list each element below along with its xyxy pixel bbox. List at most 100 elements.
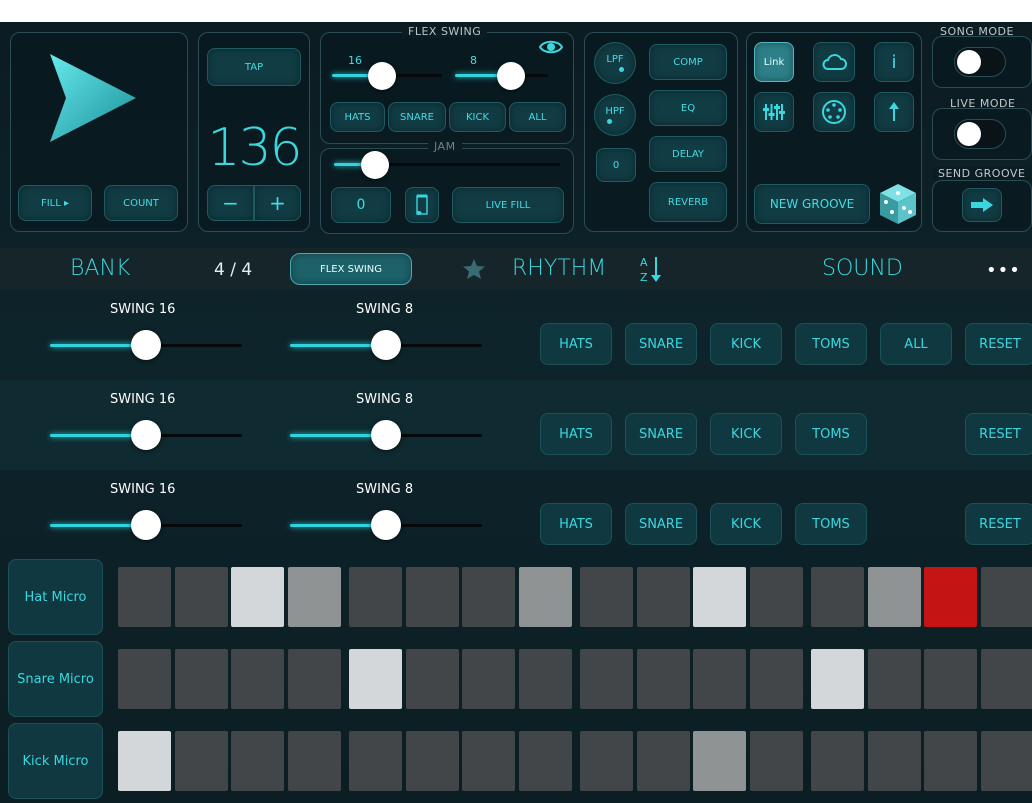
tab-bank[interactable]: BANK: [70, 256, 130, 281]
jam-note-button[interactable]: [405, 187, 439, 223]
tempo-minus-button[interactable]: −: [207, 185, 254, 221]
song-mode-toggle[interactable]: [954, 47, 1006, 77]
slider-knob[interactable]: [371, 330, 401, 360]
new-groove-button[interactable]: NEW GROOVE: [754, 184, 870, 224]
live-fill-button[interactable]: LIVE FILL: [452, 187, 564, 223]
time-signature[interactable]: 4 / 4: [214, 260, 252, 280]
jam-slider[interactable]: [334, 150, 560, 180]
tap-button[interactable]: TAP: [207, 48, 301, 86]
micro-step-cell[interactable]: [174, 731, 228, 791]
swing16-slider[interactable]: [50, 420, 242, 450]
micro-step-cell[interactable]: [867, 731, 921, 791]
micro-step-cell[interactable]: [580, 649, 633, 709]
share-up-button[interactable]: [874, 92, 914, 132]
micro-step-cell[interactable]: [693, 567, 746, 627]
toms-button[interactable]: TOMS: [795, 413, 867, 455]
slider-knob[interactable]: [497, 62, 525, 90]
micro-step-cell[interactable]: [980, 731, 1032, 791]
swing16-slider[interactable]: [50, 330, 242, 360]
eye-icon[interactable]: [539, 38, 563, 56]
star-icon[interactable]: [462, 258, 486, 280]
jam-counter[interactable]: 0: [331, 187, 391, 223]
micro-step-cell[interactable]: [518, 649, 572, 709]
micro-step-cell[interactable]: [580, 567, 633, 627]
micro-step-cell[interactable]: [405, 567, 459, 627]
slider-knob[interactable]: [371, 420, 401, 450]
dice-icon[interactable]: [878, 182, 918, 226]
comp-button[interactable]: COMP: [649, 44, 727, 80]
micro-step-cell[interactable]: [924, 731, 977, 791]
micro-step-cell[interactable]: [811, 731, 864, 791]
hats-button[interactable]: HATS: [540, 413, 612, 455]
micro-row-label[interactable]: Hat Micro: [8, 559, 103, 635]
micro-step-cell[interactable]: [405, 649, 459, 709]
count-button[interactable]: COUNT: [104, 185, 178, 221]
toms-button[interactable]: TOMS: [795, 323, 867, 365]
tempo-plus-button[interactable]: +: [254, 185, 301, 221]
swing8-slider[interactable]: [290, 510, 482, 540]
more-menu-button[interactable]: •••: [986, 260, 1021, 281]
micro-step-cell[interactable]: [924, 649, 977, 709]
pads-button[interactable]: [813, 92, 855, 132]
micro-step-cell[interactable]: [231, 567, 284, 627]
micro-step-cell[interactable]: [349, 649, 402, 709]
info-button[interactable]: i: [874, 42, 914, 82]
send-groove-button[interactable]: [962, 188, 1002, 222]
slider-knob[interactable]: [368, 62, 396, 90]
play-icon[interactable]: [44, 52, 140, 144]
flex-snare-button[interactable]: SNARE: [388, 102, 446, 132]
micro-step-cell[interactable]: [349, 567, 402, 627]
kick-button[interactable]: KICK: [710, 323, 782, 365]
micro-step-cell[interactable]: [867, 567, 921, 627]
micro-step-cell[interactable]: [980, 567, 1032, 627]
reset-button[interactable]: RESET: [965, 323, 1032, 365]
slider-knob[interactable]: [131, 420, 161, 450]
hpf-knob[interactable]: HPF: [594, 94, 636, 136]
hats-button[interactable]: HATS: [540, 323, 612, 365]
micro-step-cell[interactable]: [924, 567, 977, 627]
micro-step-cell[interactable]: [231, 731, 284, 791]
cloud-button[interactable]: [813, 42, 855, 82]
swing16-slider[interactable]: [50, 510, 242, 540]
micro-step-cell[interactable]: [349, 731, 402, 791]
micro-step-cell[interactable]: [811, 567, 864, 627]
tab-flex-swing[interactable]: FLEX SWING: [290, 253, 412, 285]
lpf-knob[interactable]: LPF: [594, 42, 636, 84]
micro-step-cell[interactable]: [174, 649, 228, 709]
swing8-slider[interactable]: [290, 420, 482, 450]
flex-swing-16-slider[interactable]: [332, 61, 442, 91]
micro-step-cell[interactable]: [231, 649, 284, 709]
micro-step-cell[interactable]: [693, 731, 746, 791]
micro-row-label[interactable]: Snare Micro: [8, 641, 103, 717]
micro-step-cell[interactable]: [636, 731, 690, 791]
sort-az-icon[interactable]: A Z: [638, 254, 664, 284]
tab-sound[interactable]: SOUND: [822, 256, 903, 281]
slider-knob[interactable]: [131, 510, 161, 540]
micro-step-cell[interactable]: [118, 567, 171, 627]
delay-button[interactable]: DELAY: [649, 136, 727, 172]
flex-swing-8-slider[interactable]: [455, 61, 548, 91]
reset-button[interactable]: RESET: [965, 413, 1032, 455]
micro-step-cell[interactable]: [174, 567, 228, 627]
micro-row-label[interactable]: Kick Micro: [8, 723, 103, 799]
micro-step-cell[interactable]: [811, 649, 864, 709]
micro-step-cell[interactable]: [462, 731, 515, 791]
micro-step-cell[interactable]: [462, 567, 515, 627]
micro-step-cell[interactable]: [980, 649, 1032, 709]
swing8-slider[interactable]: [290, 330, 482, 360]
micro-step-cell[interactable]: [287, 731, 341, 791]
eq-button[interactable]: EQ: [649, 90, 727, 126]
reset-button[interactable]: RESET: [965, 503, 1032, 545]
micro-step-cell[interactable]: [749, 649, 803, 709]
micro-step-cell[interactable]: [287, 567, 341, 627]
micro-step-cell[interactable]: [518, 731, 572, 791]
micro-step-cell[interactable]: [867, 649, 921, 709]
kick-button[interactable]: KICK: [710, 413, 782, 455]
micro-step-cell[interactable]: [636, 567, 690, 627]
micro-step-cell[interactable]: [749, 731, 803, 791]
slider-knob[interactable]: [371, 510, 401, 540]
reverb-button[interactable]: REVERB: [649, 182, 727, 222]
micro-step-cell[interactable]: [518, 567, 572, 627]
fill-button[interactable]: FILL ▸: [18, 185, 92, 221]
slider-knob[interactable]: [131, 330, 161, 360]
